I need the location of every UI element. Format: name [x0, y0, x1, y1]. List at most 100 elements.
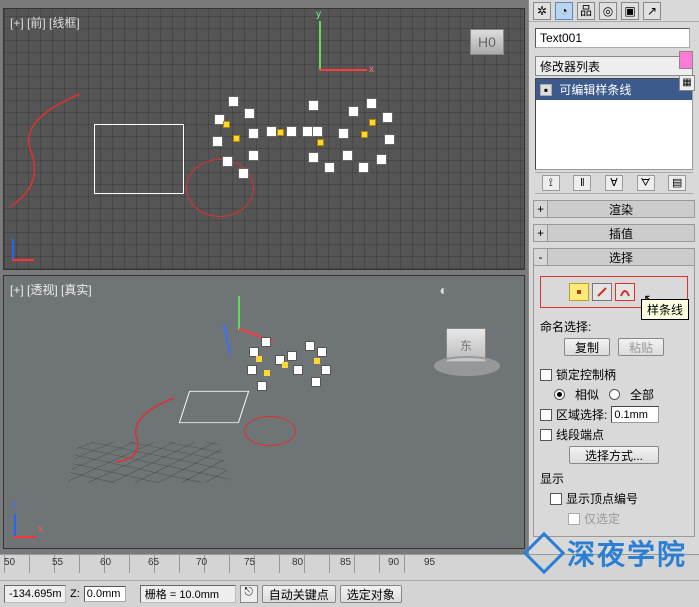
selection-method-button[interactable]: 选择方式...	[569, 446, 659, 464]
motion-tab-icon[interactable]: ◎	[599, 2, 617, 20]
viewcube-ring-icon[interactable]	[434, 356, 500, 376]
rollout-selection-header[interactable]: - 选择	[533, 248, 695, 266]
segment-end-label: 线段端点	[556, 426, 604, 443]
watermark-text: 深夜学院	[567, 533, 687, 573]
region-select-checkbox[interactable]	[540, 409, 552, 421]
rollout-selection: - 选择 ↖ 样条线 命名选择: 复制 粘贴 锁定控制柄	[533, 248, 695, 537]
tick: 50	[4, 557, 15, 568]
configure-modifier-sets-icon[interactable]: ▦	[679, 75, 695, 91]
display-tab-icon[interactable]: ▣	[621, 2, 639, 20]
configure-sets-icon[interactable]: ▤	[668, 175, 686, 191]
rollout-selection-body: ↖ 样条线 命名选择: 复制 粘贴 锁定控制柄 相似 全部	[533, 266, 695, 537]
tick: 90	[388, 557, 399, 568]
rollout-interpolation: + 插值	[533, 224, 695, 242]
watermark: 深夜学院	[529, 533, 687, 573]
copy-button[interactable]: 复制	[564, 338, 610, 356]
make-unique-icon[interactable]: ∀	[605, 175, 623, 191]
axis-x-icon	[12, 259, 34, 261]
rollout-render-header[interactable]: + 渲染	[533, 200, 695, 218]
segment-level-button[interactable]	[592, 283, 612, 301]
only-selected-checkbox	[568, 513, 580, 525]
viewport-front-inner: [+] [前] [线框] H0 y x	[4, 9, 524, 269]
viewport-perspective-label[interactable]: [+] [透视] [真实]	[10, 281, 92, 298]
add-time-tag-icon[interactable]: ⎋	[240, 585, 258, 603]
expand-icon[interactable]: ▪	[540, 84, 552, 96]
stack-item-label: 可编辑样条线	[559, 83, 631, 97]
show-vertex-numbers-checkbox[interactable]	[550, 493, 562, 505]
axis-y-label: y	[316, 9, 321, 20]
tick: 70	[196, 557, 207, 568]
object-name-input[interactable]	[535, 28, 690, 48]
all-radio[interactable]	[609, 389, 620, 400]
tick: 65	[148, 557, 159, 568]
subobject-level-row: ↖ 样条线	[540, 276, 688, 308]
rectangle-shape[interactable]	[94, 124, 184, 194]
rollout-render: + 渲染	[533, 200, 695, 218]
home-cube-icon[interactable]: H0	[470, 29, 504, 55]
display-section-label: 显示	[540, 470, 688, 487]
viewcube-top[interactable]: H0	[458, 15, 516, 73]
named-selection-row: 命名选择:	[540, 318, 688, 335]
object-color-swatch[interactable]	[679, 51, 693, 69]
axis-z-icon	[12, 239, 14, 261]
axis-x-label: x	[369, 64, 374, 75]
show-end-result-icon[interactable]: ‖	[573, 175, 591, 191]
axis-x-icon	[14, 536, 36, 538]
create-tab-icon[interactable]: ✲	[533, 2, 551, 20]
viewport-area: [+] [前] [线框] H0 y x	[0, 0, 528, 554]
command-panel-tabs: ✲ ◔ 品 ◎ ▣ ↗	[529, 0, 699, 22]
stack-toolbar: ⟟ ‖ ∀ ᗊ ▤	[535, 172, 693, 194]
plus-icon: +	[534, 225, 548, 241]
world-axis-icon: z x	[14, 514, 36, 538]
axis-y-icon	[319, 21, 321, 69]
viewcube-perspective[interactable]: 东	[432, 314, 502, 384]
selected-object-button[interactable]: 选定对象	[340, 585, 402, 603]
similar-label: 相似	[575, 386, 599, 403]
paste-button[interactable]: 粘贴	[618, 338, 664, 356]
rollout-selection-title: 选择	[548, 249, 694, 266]
vertex-level-button[interactable]	[569, 283, 589, 301]
stack-item-editable-spline[interactable]: ▪ 可编辑样条线	[536, 79, 692, 100]
timeline-ruler[interactable]: 50 55 60 65 70 75 80 85 90 95	[4, 555, 429, 573]
hierarchy-tab-icon[interactable]: 品	[577, 2, 595, 20]
axis-z-label: z	[12, 500, 17, 511]
axis-z-icon	[223, 324, 231, 354]
axis-y-icon	[238, 296, 240, 330]
tick: 60	[100, 557, 111, 568]
viewport-front-label[interactable]: [+] [前] [线框]	[10, 14, 80, 31]
similar-radio[interactable]	[554, 389, 565, 400]
named-selection-label: 命名选择:	[540, 318, 591, 335]
lock-handles-checkbox[interactable]	[540, 369, 552, 381]
region-select-spinner[interactable]	[611, 406, 659, 423]
spline-level-button[interactable]	[615, 283, 635, 301]
rollout-interpolation-header[interactable]: + 插值	[533, 224, 695, 242]
lock-handles-label: 锁定控制柄	[556, 366, 616, 383]
auto-key-button[interactable]: 自动关键点	[262, 585, 336, 603]
spline-shape[interactable]	[10, 89, 90, 209]
modify-tab-icon[interactable]: ◔	[555, 2, 573, 20]
editable-spline-vertices[interactable]	[209, 79, 399, 189]
spline-tooltip: 样条线	[641, 299, 689, 320]
tick: 75	[244, 557, 255, 568]
spline-shape-3d[interactable]	[114, 396, 184, 466]
plus-icon: +	[534, 201, 548, 217]
show-vertex-numbers-label: 显示顶点编号	[566, 490, 638, 507]
z-label: Z:	[70, 588, 80, 600]
modifier-stack[interactable]: ▪ 可编辑样条线	[535, 78, 693, 170]
command-panel: ✲ ◔ 品 ◎ ▣ ↗ 修改器列表 ▼ ▦ ▪ 可编辑样条线 ⟟ ‖ ∀ ᗊ ▤…	[528, 0, 699, 554]
axis-x-icon	[319, 69, 367, 71]
x-coord-readout: -134.695m	[4, 585, 66, 603]
viewport-perspective[interactable]: [+] [透视] [真实] ◐ 东 z x	[3, 275, 525, 549]
utilities-tab-icon[interactable]: ↗	[643, 2, 661, 20]
viewport-front[interactable]: [+] [前] [线框] H0 y x	[3, 8, 525, 270]
all-label: 全部	[630, 386, 654, 403]
segment-end-checkbox[interactable]	[540, 429, 552, 441]
modifier-list-dropdown[interactable]: 修改器列表 ▼	[535, 56, 693, 76]
editable-spline-vertices-3d[interactable]	[234, 326, 414, 446]
z-coord-input[interactable]	[84, 586, 126, 602]
pin-stack-icon[interactable]: ⟟	[542, 175, 560, 191]
steering-wheel-icon[interactable]: ◐	[440, 282, 448, 298]
tick: 55	[52, 557, 63, 568]
axis-x-label: x	[38, 524, 43, 535]
remove-modifier-icon[interactable]: ᗊ	[637, 175, 655, 191]
